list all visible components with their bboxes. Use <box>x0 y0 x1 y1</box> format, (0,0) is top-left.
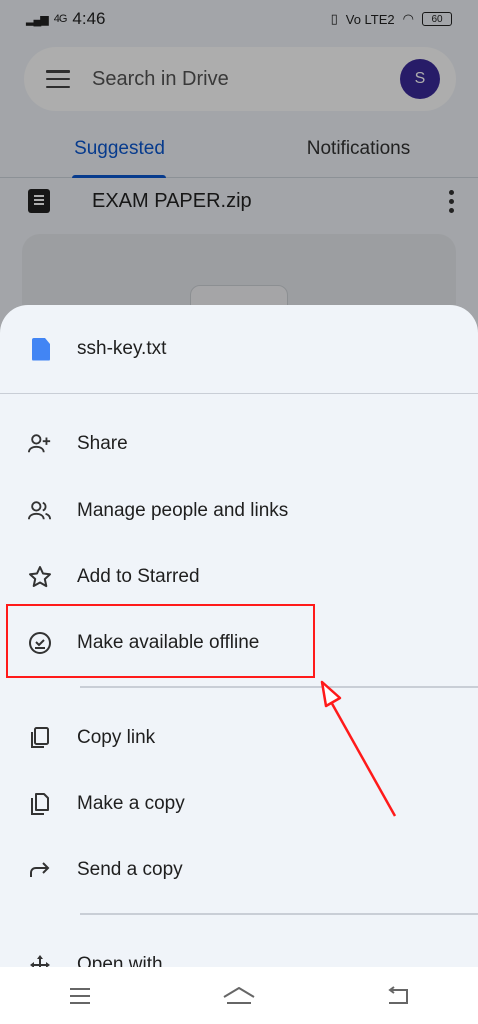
copy-icon <box>28 726 52 750</box>
open-with-icon <box>28 953 52 967</box>
annotation-highlight-box <box>6 604 315 678</box>
menu-label-send-a-copy: Send a copy <box>77 859 183 880</box>
menu-label-share: Share <box>77 433 128 454</box>
menu-item-share[interactable]: Share <box>0 412 478 476</box>
back-icon[interactable] <box>378 981 418 1011</box>
send-arrow-icon <box>28 858 52 882</box>
menu-label-open-with: Open with <box>77 954 163 967</box>
menu-label-add-to-starred: Add to Starred <box>77 566 200 587</box>
system-nav-bar <box>0 967 478 1024</box>
sheet-file-name: ssh-key.txt <box>77 338 167 359</box>
menu-item-send-a-copy[interactable]: Send a copy <box>0 838 478 902</box>
menu-item-open-with[interactable]: Open with <box>0 933 478 967</box>
home-icon[interactable] <box>219 981 259 1011</box>
text-file-icon <box>32 337 50 361</box>
menu-item-manage-people[interactable]: Manage people and links <box>0 479 478 543</box>
person-add-icon <box>28 432 52 456</box>
people-icon <box>28 499 52 523</box>
menu-item-add-to-starred[interactable]: Add to Starred <box>0 545 478 609</box>
menu-label-make-a-copy: Make a copy <box>77 793 185 814</box>
sheet-header: ssh-key.txt <box>0 305 478 394</box>
file-copy-icon <box>28 792 52 816</box>
menu-label-manage-people: Manage people and links <box>77 500 289 521</box>
star-icon <box>28 565 52 589</box>
annotation-arrow <box>320 680 397 817</box>
recents-menu-icon[interactable] <box>60 981 100 1011</box>
menu-label-copy-link: Copy link <box>77 727 156 748</box>
menu-divider <box>80 913 478 915</box>
menu-divider <box>80 686 478 688</box>
